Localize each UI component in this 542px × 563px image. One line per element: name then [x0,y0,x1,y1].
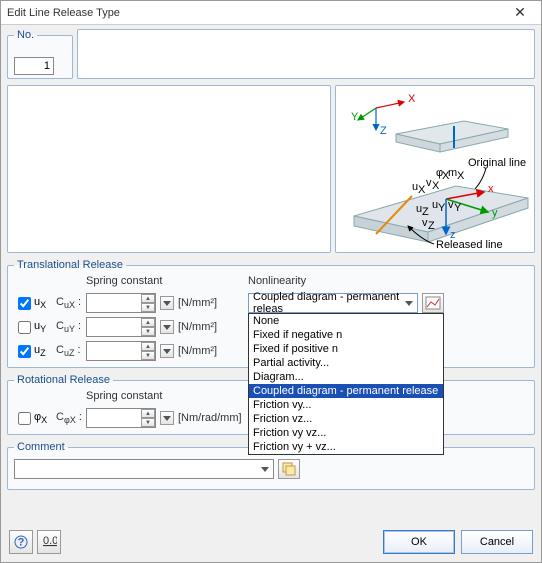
svg-text:X: X [457,170,465,182]
spring-header: Spring constant [86,275,244,289]
svg-text:Y: Y [438,202,446,214]
rot-spring-header: Spring constant [86,390,244,404]
svg-text:Y: Y [351,111,359,123]
comment-pick-button[interactable] [278,459,300,479]
uy-checkbox[interactable] [18,321,31,334]
nonlinearity-header: Nonlinearity [248,275,528,289]
number-group: No. [7,29,73,79]
titlebar: Edit Line Release Type ✕ [1,1,541,25]
svg-text:m: m [448,167,457,179]
dialog-footer: ? 0.00 OK Cancel [9,530,533,554]
nl-option-selected[interactable]: Coupled diagram - permanent release [249,384,443,398]
description-box[interactable] [77,29,535,79]
cux-menu-button[interactable] [160,296,174,310]
svg-text:Original line: Original line [468,157,526,169]
unit-uz: [N/mm²] [178,345,244,357]
number-legend: No. [14,29,37,41]
translational-grid: Spring constant Nonlinearity uX CuX : ▲▼… [14,275,528,361]
svg-text:Y: Y [454,202,462,214]
nl-option[interactable]: Friction vy + vz... [249,440,443,454]
svg-text:0.00: 0.00 [43,535,57,547]
ux-checkbox[interactable] [18,297,31,310]
svg-text:X: X [432,180,440,192]
cuy-label: CuY : [56,320,82,334]
ux-label: uX [34,296,52,310]
nl-option[interactable]: Fixed if positive n [249,342,443,356]
cux-spin-down[interactable]: ▼ [141,303,155,312]
uz-label: uZ [34,344,52,358]
cux-spin-up[interactable]: ▲ [141,294,155,303]
uz-checkbox[interactable] [18,345,31,358]
nl-option[interactable]: None [249,314,443,328]
svg-text:X: X [418,184,426,196]
dialog-body: No. X [1,25,541,502]
nl-option[interactable]: Fixed if negative n [249,328,443,342]
comment-combo[interactable] [14,459,274,479]
nonlinearity-ux-value: Coupled diagram - permanent releas [253,291,401,315]
cux-label: CuX : [56,296,82,310]
translational-release-group: Translational Release Spring constant No… [7,259,535,368]
svg-text:Z: Z [380,125,387,137]
cuz-label: CuZ : [56,344,82,358]
nl-option[interactable]: Diagram... [249,370,443,384]
ok-button[interactable]: OK [383,530,455,554]
axis-diagram: X Y Z Original line [335,85,535,253]
unit-ux: [N/mm²] [178,297,244,309]
svg-text:Released line: Released line [436,239,503,251]
comment-legend: Comment [14,441,68,453]
nl-option[interactable]: Friction vy... [249,398,443,412]
svg-text:X: X [408,93,416,105]
uy-label: uY [34,320,52,334]
nl-option[interactable]: Partial activity... [249,356,443,370]
svg-text:x: x [488,183,494,195]
nl-option[interactable]: Friction vy vz... [249,426,443,440]
help-button[interactable]: ? [9,530,33,554]
svg-text:?: ? [18,537,25,549]
svg-text:Z: Z [428,220,435,232]
nonlinearity-ux-select[interactable]: Coupled diagram - permanent releas [248,293,418,313]
close-button[interactable]: ✕ [505,3,535,23]
window-title: Edit Line Release Type [7,7,505,19]
dialog-window: Edit Line Release Type ✕ No. [0,0,542,563]
cphix-spin-down[interactable]: ▼ [141,418,155,427]
unit-phix: [Nm/rad/mm] [178,412,244,424]
cphix-menu-button[interactable] [160,411,174,425]
cphix-label: CφX : [56,411,82,425]
number-input[interactable] [14,57,54,75]
cphix-spin-up[interactable]: ▲ [141,409,155,418]
cuz-spin-down[interactable]: ▼ [141,351,155,360]
cuy-spin-up[interactable]: ▲ [141,318,155,327]
cuz-menu-button[interactable] [160,344,174,358]
svg-text:y: y [492,207,498,219]
rotational-legend: Rotational Release [14,374,113,386]
cuy-menu-button[interactable] [160,320,174,334]
nonlinearity-dropdown: None Fixed if negative n Fixed if positi… [248,313,444,455]
preview-panel-left [7,85,331,253]
unit-uy: [N/mm²] [178,321,244,333]
cuz-spin-up[interactable]: ▲ [141,342,155,351]
nonlinearity-ux-edit-button[interactable] [422,293,444,313]
units-button[interactable]: 0.00 [37,530,61,554]
phix-label: φX [34,411,52,425]
phix-checkbox[interactable] [18,412,31,425]
cuy-spin-down[interactable]: ▼ [141,327,155,336]
translational-legend: Translational Release [14,259,126,271]
cancel-button[interactable]: Cancel [461,530,533,554]
nl-option[interactable]: Friction vz... [249,412,443,426]
